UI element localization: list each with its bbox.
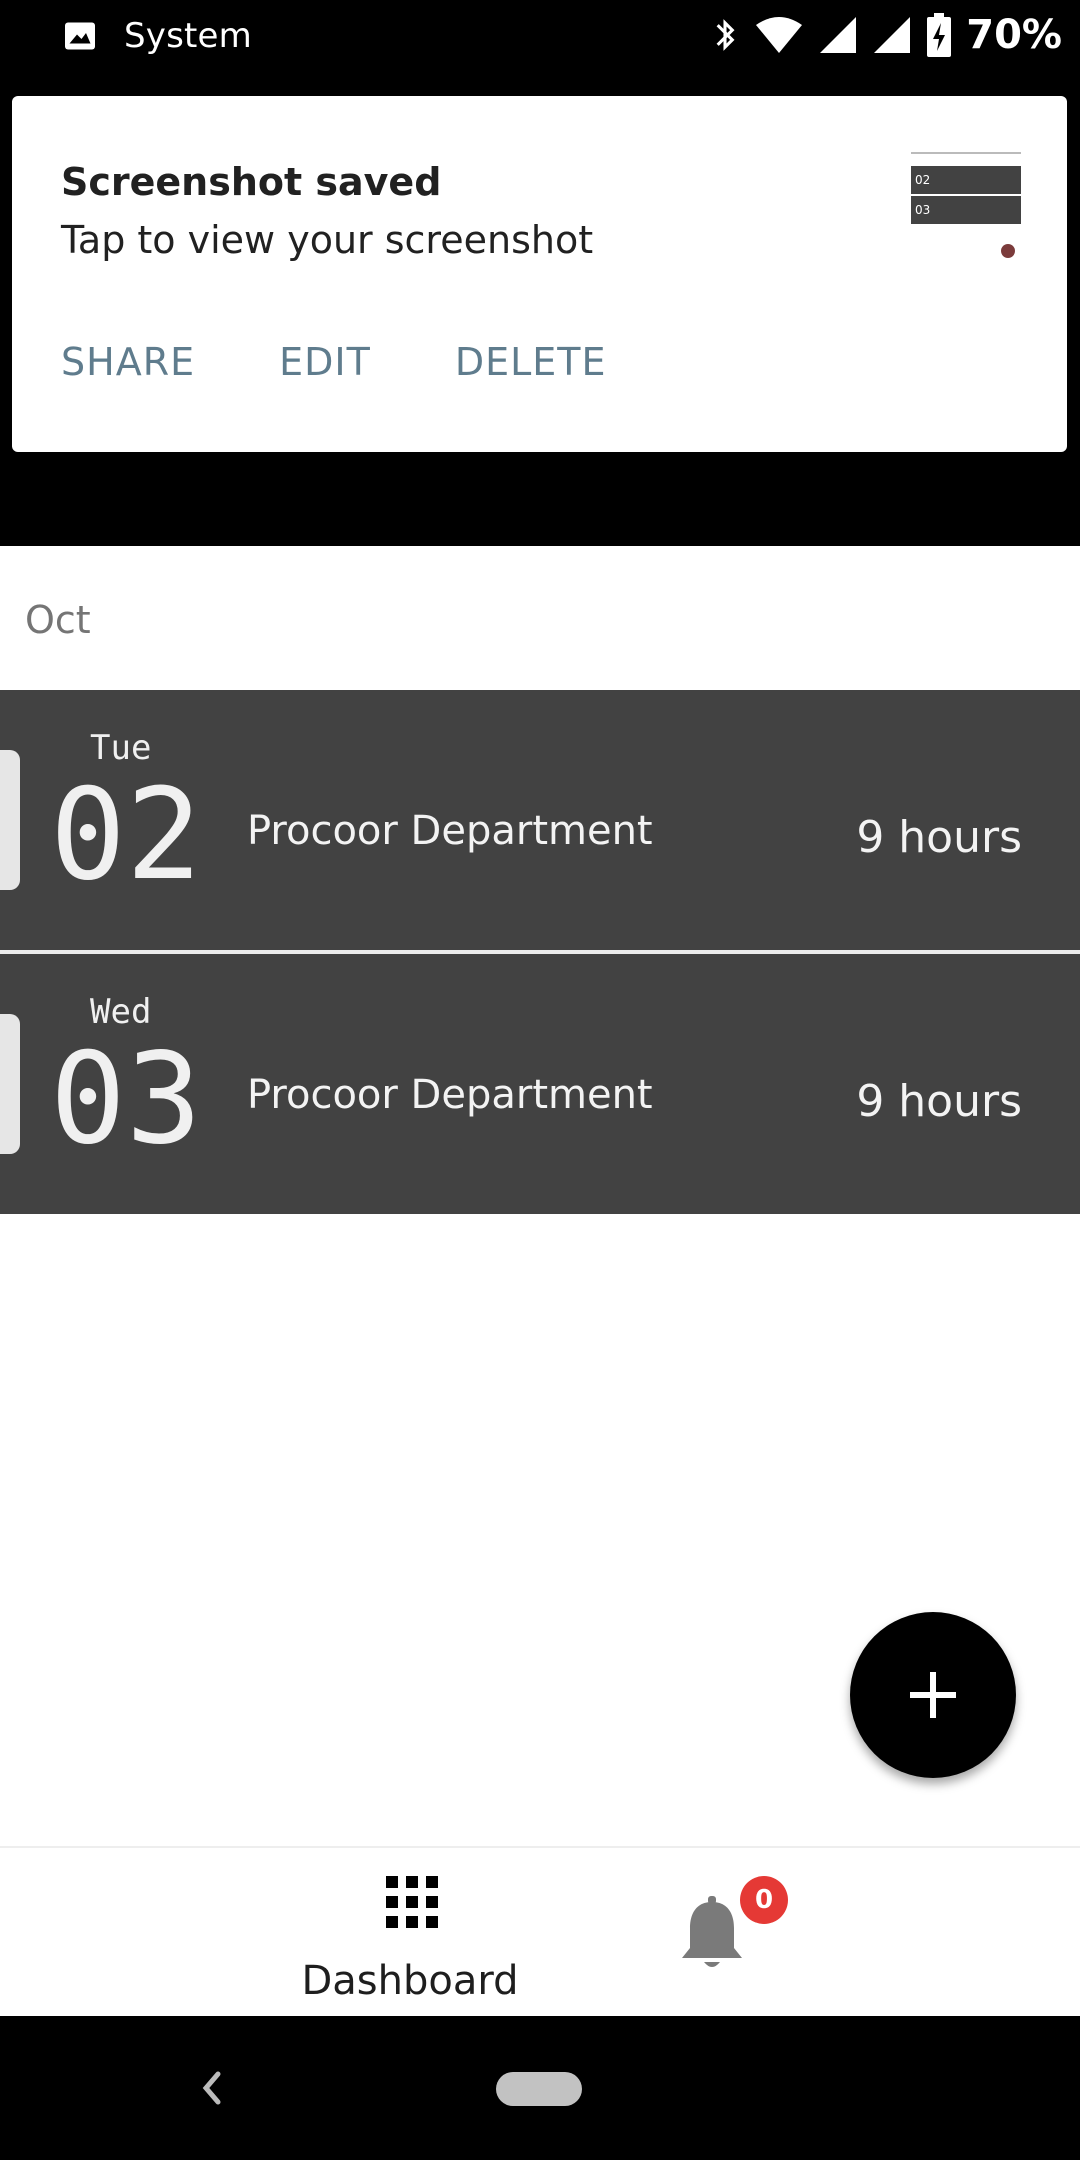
battery-charging-icon (927, 13, 952, 57)
wifi-icon (756, 17, 803, 53)
status-left: System (62, 16, 252, 56)
bell-icon (682, 1896, 742, 1967)
notification-actions: SHARE EDIT DELETE (61, 340, 607, 384)
entry-hours: 9 hours (856, 812, 1022, 863)
notification-title: Screenshot saved (61, 160, 442, 204)
status-app-label: System (124, 16, 252, 56)
plus-icon (910, 1672, 956, 1718)
entry-hours: 9 hours (856, 1076, 1022, 1127)
screenshot-thumbnail[interactable]: 02 03 (911, 152, 1021, 262)
battery-percent: 70% (966, 12, 1062, 58)
thumbnail-fab (1001, 244, 1015, 258)
nav-notifications[interactable]: 0 (676, 1868, 796, 1988)
notification-count-badge: 0 (740, 1876, 788, 1924)
image-icon (65, 22, 95, 50)
screenshot-notification[interactable]: Screenshot saved Tap to view your screen… (12, 96, 1067, 452)
home-button[interactable] (496, 2072, 582, 2106)
signal-icon-secondary (874, 17, 911, 53)
thumbnail-row: 02 (911, 166, 1021, 194)
bluetooth-icon (716, 19, 735, 51)
system-navigation-bar (0, 2016, 1080, 2160)
delete-button[interactable]: DELETE (455, 340, 607, 384)
entry-department: Procoor Department (247, 1072, 653, 1118)
timesheet-entry[interactable]: Tue 02 Procoor Department 9 hours (0, 690, 1080, 950)
bottom-navigation: Dashboard 0 (0, 1846, 1080, 2018)
entry-day: 03 (50, 1025, 202, 1172)
status-icons: 70% (710, 12, 1062, 58)
timesheet-entry[interactable]: Wed 03 Procoor Department 9 hours (0, 954, 1080, 1214)
status-bar: System 70% (0, 0, 1080, 76)
thumbnail-divider (911, 152, 1021, 154)
edit-button[interactable]: EDIT (279, 340, 371, 384)
grid-icon (386, 1876, 438, 1928)
month-label: Oct (25, 598, 91, 642)
swipe-handle[interactable] (0, 1014, 20, 1154)
swipe-handle[interactable] (0, 750, 20, 890)
dashboard-label: Dashboard (301, 1958, 519, 2004)
nav-dashboard[interactable]: Dashboard (300, 1876, 520, 2006)
share-button[interactable]: SHARE (61, 340, 195, 384)
notification-subtitle: Tap to view your screenshot (61, 218, 594, 262)
back-icon[interactable] (190, 2060, 230, 2116)
add-entry-button[interactable] (850, 1612, 1016, 1778)
signal-icon (820, 17, 857, 53)
thumbnail-row: 03 (911, 196, 1021, 224)
entry-day: 02 (50, 761, 202, 908)
entry-department: Procoor Department (247, 808, 653, 854)
